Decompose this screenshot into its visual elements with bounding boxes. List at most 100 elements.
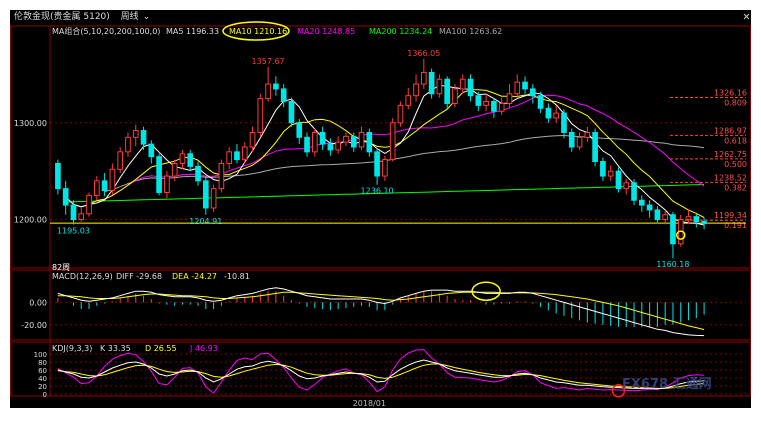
candle-down (156, 156, 162, 193)
kdj-legend-j: J 46.93 (189, 344, 218, 353)
candle-down (428, 71, 435, 95)
candle-up (685, 216, 692, 221)
fib-level-ratio: 0.382 (724, 183, 747, 192)
main-legend-name: MA组合(5,10,20,200,100,0) (52, 26, 160, 36)
candle-up (459, 78, 466, 90)
candle-up (335, 141, 342, 151)
price-annotation: 1195.03 (57, 226, 90, 235)
price-annotation: 1236.10 (361, 187, 394, 196)
candle-up (553, 112, 560, 119)
candle-up (413, 83, 419, 97)
fib-level-ratio: 0.500 (724, 160, 747, 169)
diff-line (57, 287, 705, 337)
fib-level-price: 1326.16 (714, 88, 747, 97)
fib-level-ratio: 0.809 (724, 98, 747, 107)
macd-ytick-label: -20.00 (21, 321, 47, 330)
candle-up (249, 131, 256, 148)
candle-down (62, 188, 69, 206)
candle-up (607, 170, 614, 177)
candle-down (327, 143, 334, 151)
candle-up (86, 194, 92, 215)
candle-down (654, 209, 661, 221)
fib-level-price: 1286.97 (714, 126, 747, 135)
candle-up (623, 182, 630, 190)
macd-legend-dea: DEA -24.27 (172, 272, 217, 281)
macd-legend-name: MACD(12,26,9) (52, 272, 113, 281)
fib-level-price: 1262.75 (714, 150, 747, 159)
fib-level-ratio: 0.618 (724, 136, 747, 145)
candle-down (366, 131, 373, 153)
legend-ma10: MA10 1210.16 (229, 27, 287, 36)
candle-down (545, 107, 552, 119)
kdj-ytick-label: 80 (38, 359, 47, 367)
candle-up (498, 102, 505, 112)
candle-down (55, 162, 61, 190)
candle-up (179, 153, 186, 164)
kdj-ytick-label: 20 (38, 383, 47, 391)
candle-up (405, 95, 412, 106)
kdj-ytick-label: 40 (38, 375, 47, 383)
ma10-line (73, 89, 705, 218)
dea-line (57, 291, 705, 331)
candle-down (475, 95, 482, 106)
bar-count-label: 82周 (52, 263, 70, 272)
k-line (57, 359, 705, 390)
candle-up (125, 136, 131, 153)
candle-up (164, 175, 170, 193)
macd-ytick-label: 0.00 (29, 298, 47, 307)
candle-down (631, 182, 637, 201)
candle-down (444, 78, 451, 104)
kdj-ytick-label: 0 (43, 391, 47, 399)
candle-down (638, 199, 645, 206)
price-annotation: 1204.91 (189, 217, 222, 226)
candle-up (241, 146, 248, 161)
candle-down (491, 101, 497, 112)
candle-up (397, 104, 404, 124)
candle-up (226, 151, 233, 164)
macd-legend-diff: DIFF -29.68 (116, 272, 162, 281)
price-annotation: 1366.05 (407, 49, 440, 58)
candle-down (374, 151, 380, 177)
legend-ma20: MA20 1248.85 (297, 27, 355, 36)
candle-up (257, 98, 264, 133)
candle-up (132, 130, 139, 138)
candle-down (646, 204, 653, 211)
candle-down (600, 161, 606, 177)
candle-up (358, 131, 365, 148)
candle-down (522, 81, 528, 90)
candle-down (187, 153, 194, 167)
candle-down (70, 204, 77, 221)
candle-up (452, 88, 458, 104)
candle-down (280, 88, 287, 103)
chart-canvas: 1200.00 1300.00 1326.160.809 1286.970.618 12… (10, 13, 751, 408)
candle-up (382, 159, 388, 177)
candle-down (615, 170, 622, 190)
candle-up (389, 122, 396, 161)
candle-up (506, 93, 513, 104)
ma20-line (88, 94, 705, 205)
candle-down (467, 78, 474, 97)
candle-down (350, 135, 357, 148)
ma5-line (65, 84, 705, 226)
candle-down (140, 130, 147, 145)
legend-ma5: MA5 1196.33 (166, 27, 219, 36)
candle-down (195, 165, 201, 182)
candle-down (701, 221, 707, 224)
kdj-legend-name: KDJ(9,3,3) (52, 344, 92, 353)
candle-down (568, 131, 575, 148)
candle-up (109, 168, 116, 192)
candle-up (171, 162, 178, 177)
price-annotation: 1357.67 (252, 57, 285, 66)
watermark-logo: FX678 汇通网 (622, 376, 712, 392)
candle-down (273, 83, 279, 90)
main-ytick-label: 1300.00 (14, 119, 47, 128)
kdj-ytick-label: 60 (38, 367, 47, 375)
candle-down (288, 101, 295, 124)
candle-down (304, 136, 310, 153)
candle-up (514, 81, 521, 95)
kdj-legend-k: K 33.35 (100, 344, 131, 353)
candle-up (117, 151, 124, 170)
price-annotation: 1160.18 (656, 260, 689, 269)
candle-down (592, 131, 598, 163)
candle-up (311, 131, 318, 153)
